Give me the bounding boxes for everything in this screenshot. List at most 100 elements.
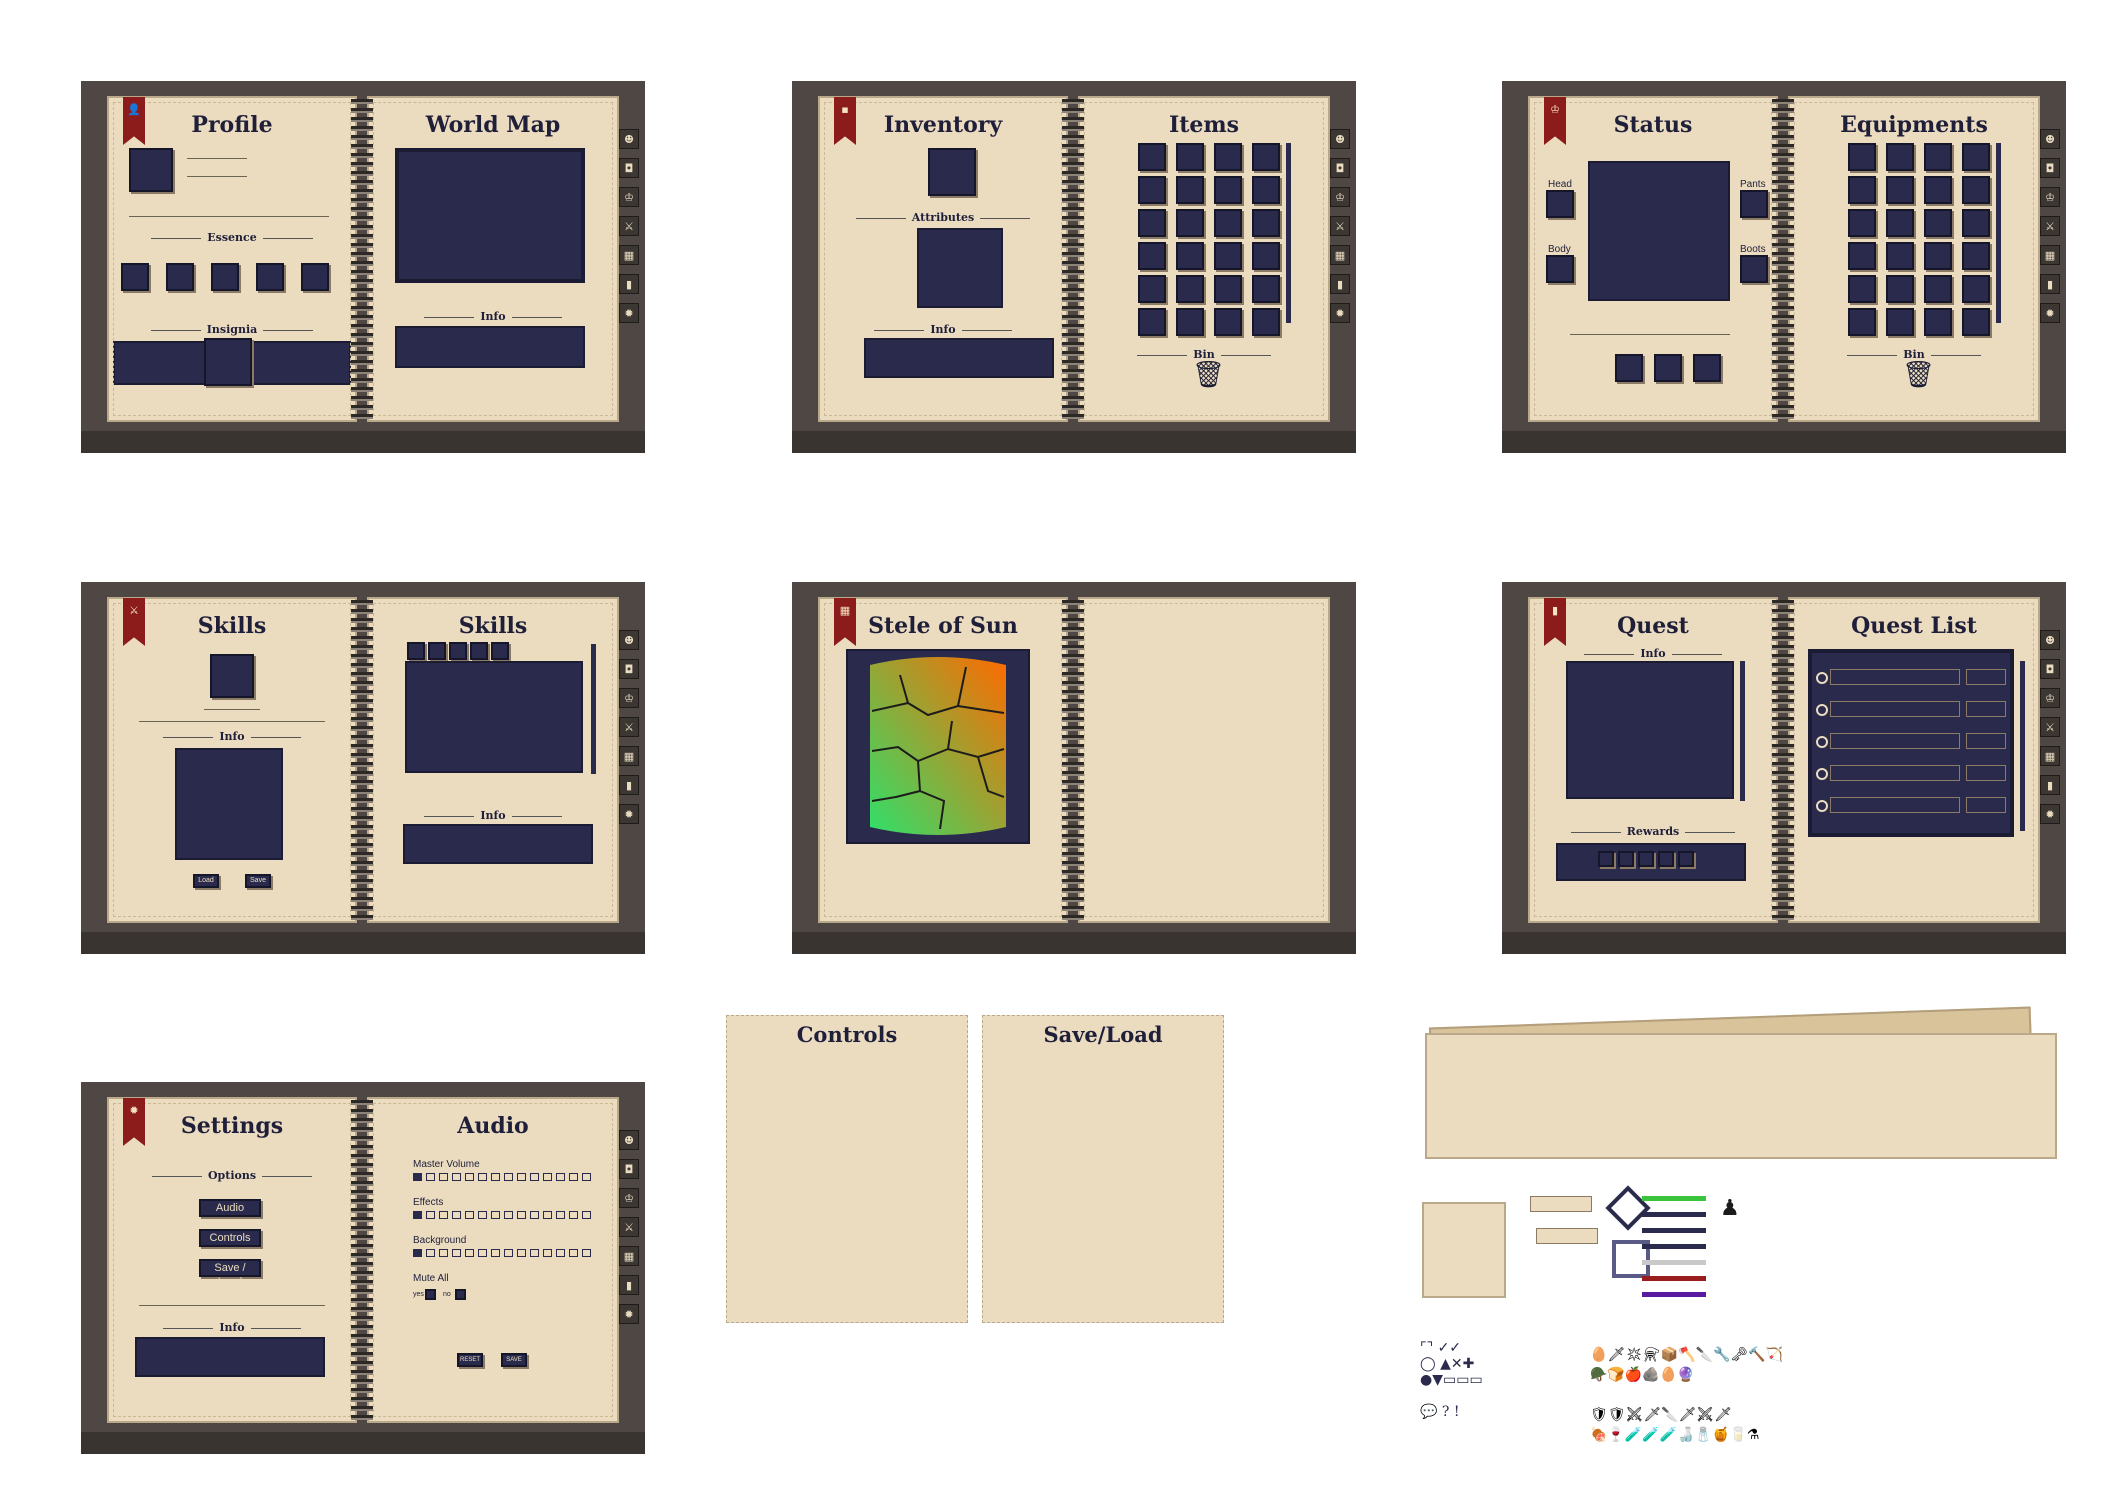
book-icon[interactable]: ▮ bbox=[2040, 274, 2060, 294]
gear-icon[interactable]: ✹ bbox=[2040, 303, 2060, 323]
item-slot[interactable] bbox=[1252, 143, 1280, 171]
item-slot[interactable] bbox=[1886, 242, 1914, 270]
item-slot[interactable] bbox=[1962, 308, 1990, 336]
profile-icon[interactable]: ☻ bbox=[619, 1130, 639, 1150]
item-slot[interactable] bbox=[1848, 209, 1876, 237]
sword-icon[interactable]: ⚔ bbox=[2040, 717, 2060, 737]
item-slot[interactable] bbox=[1138, 242, 1166, 270]
essence-slot[interactable] bbox=[301, 263, 329, 291]
insignia-slot[interactable] bbox=[204, 338, 252, 386]
effects-slider[interactable] bbox=[413, 1211, 591, 1219]
mute-no-checkbox[interactable] bbox=[455, 1289, 466, 1300]
book-icon[interactable]: ▮ bbox=[619, 775, 639, 795]
helmet-icon[interactable]: ♔ bbox=[1330, 187, 1350, 207]
body-slot[interactable] bbox=[1546, 255, 1574, 283]
bag-icon[interactable]: ◘ bbox=[1330, 158, 1350, 178]
item-slot[interactable] bbox=[1176, 275, 1204, 303]
item-slot[interactable] bbox=[1176, 143, 1204, 171]
character-slot[interactable] bbox=[928, 148, 976, 196]
skill-tab[interactable] bbox=[407, 642, 425, 660]
item-slot[interactable] bbox=[1214, 143, 1242, 171]
item-slot[interactable] bbox=[1138, 143, 1166, 171]
item-slot[interactable] bbox=[1138, 176, 1166, 204]
item-slot[interactable] bbox=[1924, 308, 1952, 336]
scrollbar[interactable] bbox=[1740, 661, 1745, 801]
profile-icon[interactable]: ☻ bbox=[2040, 129, 2060, 149]
avatar[interactable] bbox=[129, 148, 173, 192]
load-button[interactable]: Load bbox=[193, 874, 219, 888]
essence-slot[interactable] bbox=[166, 263, 194, 291]
map-icon[interactable]: ▦ bbox=[619, 1246, 639, 1266]
skill-tab[interactable] bbox=[449, 642, 467, 660]
item-slot[interactable] bbox=[1252, 242, 1280, 270]
item-slot[interactable] bbox=[1886, 176, 1914, 204]
essence-slot[interactable] bbox=[211, 263, 239, 291]
item-slot[interactable] bbox=[1924, 242, 1952, 270]
item-slot[interactable] bbox=[1924, 143, 1952, 171]
stele-map[interactable] bbox=[848, 651, 1028, 842]
item-slot[interactable] bbox=[1848, 242, 1876, 270]
save-button[interactable]: Save bbox=[245, 874, 271, 888]
book-icon[interactable]: ▮ bbox=[2040, 775, 2060, 795]
item-slot[interactable] bbox=[1848, 176, 1876, 204]
trash-icon[interactable]: 🗑 bbox=[1192, 360, 1225, 390]
helmet-icon[interactable]: ♔ bbox=[619, 187, 639, 207]
item-slot[interactable] bbox=[1176, 209, 1204, 237]
item-slot[interactable] bbox=[1176, 308, 1204, 336]
item-slot[interactable] bbox=[1848, 143, 1876, 171]
item-slot[interactable] bbox=[1176, 242, 1204, 270]
book-icon[interactable]: ▮ bbox=[619, 274, 639, 294]
quest-row[interactable] bbox=[1830, 701, 1960, 717]
reward-slot[interactable] bbox=[1678, 851, 1694, 867]
accessory-slot[interactable] bbox=[1615, 354, 1643, 382]
scrollbar[interactable] bbox=[591, 644, 596, 774]
gear-icon[interactable]: ✹ bbox=[619, 804, 639, 824]
item-slot[interactable] bbox=[1252, 176, 1280, 204]
skill-slot[interactable] bbox=[210, 654, 254, 698]
item-slot[interactable] bbox=[1848, 275, 1876, 303]
reward-slot[interactable] bbox=[1598, 851, 1614, 867]
item-slot[interactable] bbox=[1848, 308, 1876, 336]
item-slot[interactable] bbox=[1962, 275, 1990, 303]
map-icon[interactable]: ▦ bbox=[2040, 245, 2060, 265]
sword-icon[interactable]: ⚔ bbox=[619, 1217, 639, 1237]
item-slot[interactable] bbox=[1886, 308, 1914, 336]
audio-button[interactable]: Audio bbox=[199, 1199, 261, 1217]
item-slot[interactable] bbox=[1214, 242, 1242, 270]
controls-button[interactable]: Controls bbox=[199, 1229, 261, 1247]
pants-slot[interactable] bbox=[1740, 190, 1768, 218]
background-slider[interactable] bbox=[413, 1249, 591, 1257]
map-icon[interactable]: ▦ bbox=[2040, 746, 2060, 766]
essence-slot[interactable] bbox=[256, 263, 284, 291]
quest-row[interactable] bbox=[1830, 733, 1960, 749]
gear-icon[interactable]: ✹ bbox=[1330, 303, 1350, 323]
item-slot[interactable] bbox=[1138, 209, 1166, 237]
quest-radio[interactable] bbox=[1816, 768, 1828, 780]
item-slot[interactable] bbox=[1138, 308, 1166, 336]
item-slot[interactable] bbox=[1214, 176, 1242, 204]
profile-icon[interactable]: ☻ bbox=[619, 630, 639, 650]
sword-icon[interactable]: ⚔ bbox=[619, 717, 639, 737]
accessory-slot[interactable] bbox=[1654, 354, 1682, 382]
quest-radio[interactable] bbox=[1816, 800, 1828, 812]
item-slot[interactable] bbox=[1214, 209, 1242, 237]
essence-slot[interactable] bbox=[121, 263, 149, 291]
item-slot[interactable] bbox=[1924, 176, 1952, 204]
item-slot[interactable] bbox=[1886, 275, 1914, 303]
quest-radio[interactable] bbox=[1816, 704, 1828, 716]
boots-slot[interactable] bbox=[1740, 255, 1768, 283]
skill-tab[interactable] bbox=[491, 642, 509, 660]
bag-icon[interactable]: ◘ bbox=[2040, 659, 2060, 679]
helmet-icon[interactable]: ♔ bbox=[2040, 187, 2060, 207]
scrollbar[interactable] bbox=[1286, 143, 1291, 323]
reward-slot[interactable] bbox=[1618, 851, 1634, 867]
item-slot[interactable] bbox=[1962, 242, 1990, 270]
profile-icon[interactable]: ☻ bbox=[1330, 129, 1350, 149]
map-icon[interactable]: ▦ bbox=[619, 746, 639, 766]
item-slot[interactable] bbox=[1252, 308, 1280, 336]
helmet-icon[interactable]: ♔ bbox=[2040, 688, 2060, 708]
quest-row[interactable] bbox=[1830, 797, 1960, 813]
profile-icon[interactable]: ☻ bbox=[619, 129, 639, 149]
item-slot[interactable] bbox=[1252, 275, 1280, 303]
skill-tab[interactable] bbox=[428, 642, 446, 660]
